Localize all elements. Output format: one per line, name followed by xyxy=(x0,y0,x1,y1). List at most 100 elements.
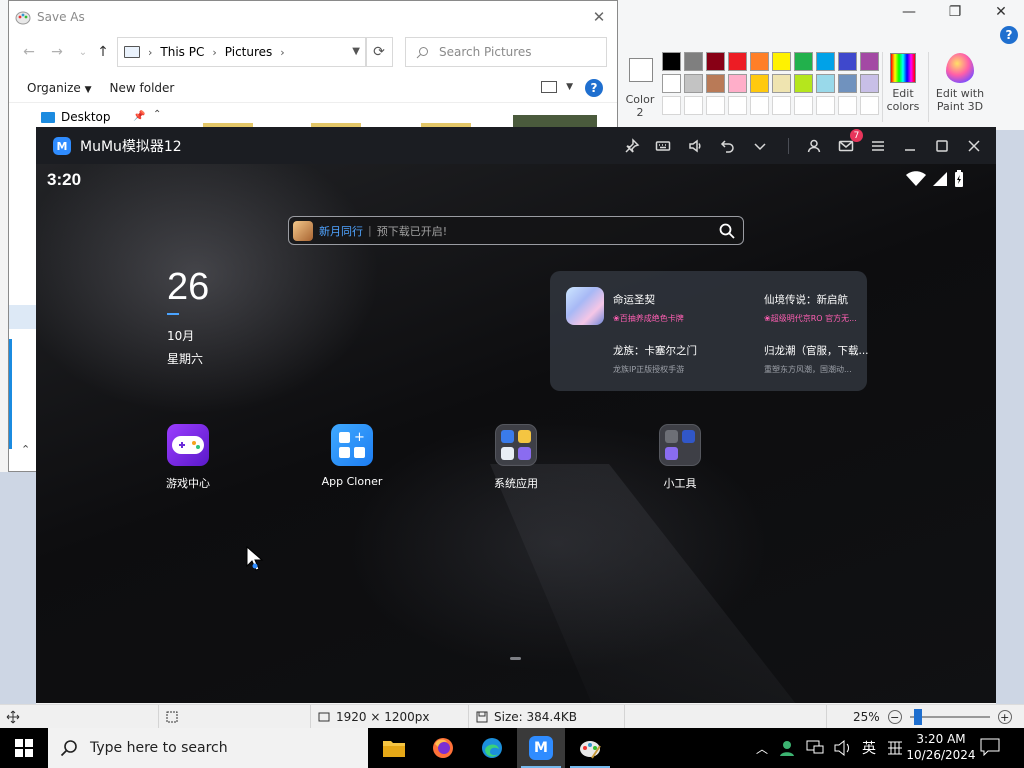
chevron-right-icon[interactable]: › xyxy=(280,46,284,59)
color-swatch[interactable] xyxy=(728,96,747,115)
taskbar-search-box[interactable]: Type here to search xyxy=(48,728,368,768)
color-swatch[interactable] xyxy=(794,74,813,93)
view-dropdown-icon[interactable]: ▼ xyxy=(566,82,573,92)
color-swatch[interactable] xyxy=(662,74,681,93)
app-tools-folder[interactable]: 小工具 xyxy=(640,424,720,491)
color-swatch[interactable] xyxy=(728,74,747,93)
game-item[interactable]: 仙境传说：新启航 ❀超级明代京RO 官方无... xyxy=(764,292,860,324)
address-dropdown-icon[interactable]: ▼ xyxy=(352,46,360,57)
color-swatch[interactable] xyxy=(684,96,703,115)
minimize-icon[interactable] xyxy=(899,135,921,157)
paint-close-button[interactable]: ✕ xyxy=(978,0,1024,24)
pin-icon[interactable]: 📌 xyxy=(133,111,145,122)
color2-button[interactable]: Color 2 xyxy=(620,53,660,125)
maximize-icon[interactable] xyxy=(931,135,953,157)
android-home-screen[interactable]: 3:20 新月同行 | 预下载已开启! 26 10月 星期六 命运圣契 ❀百抽养… xyxy=(36,164,996,703)
selected-tree-item[interactable] xyxy=(9,305,37,329)
paint-help-button[interactable]: ? xyxy=(1000,26,1018,44)
game-item[interactable]: 龙族：卡塞尔之门 龙族IP正版授权手游 xyxy=(613,343,763,375)
chevron-down-icon[interactable] xyxy=(749,135,771,157)
close-icon[interactable] xyxy=(963,135,985,157)
file-explorer-taskbar-button[interactable] xyxy=(370,728,418,768)
search-box[interactable]: Search Pictures xyxy=(405,37,607,67)
color-swatch[interactable] xyxy=(838,96,857,115)
save-as-close-button[interactable]: ✕ xyxy=(589,7,609,27)
zoom-slider-thumb[interactable] xyxy=(913,709,922,725)
pin-icon[interactable] xyxy=(621,135,643,157)
page-indicator[interactable] xyxy=(510,657,521,660)
volume-icon[interactable] xyxy=(685,135,707,157)
notification-center-icon[interactable] xyxy=(980,738,1000,756)
game-thumbnail[interactable] xyxy=(566,287,604,325)
ime-language-indicator[interactable]: 英 xyxy=(862,738,876,758)
color-swatch[interactable] xyxy=(750,52,769,71)
show-hidden-icons-chevron-icon[interactable]: ︿ xyxy=(756,740,768,757)
color-swatch[interactable] xyxy=(794,52,813,71)
back-icon[interactable] xyxy=(717,135,739,157)
keyboard-icon[interactable] xyxy=(652,135,674,157)
color-swatch[interactable] xyxy=(662,52,681,71)
color-swatch[interactable] xyxy=(706,52,725,71)
user-icon[interactable] xyxy=(803,135,825,157)
back-arrow-icon[interactable]: ← xyxy=(19,41,39,63)
mumu-taskbar-button[interactable]: M xyxy=(517,728,565,768)
user-tray-icon[interactable] xyxy=(778,739,796,757)
paint-taskbar-button[interactable] xyxy=(566,728,614,768)
zoom-out-button[interactable]: − xyxy=(887,710,902,724)
game-search-bar[interactable]: 新月同行 | 预下载已开启! xyxy=(288,216,744,245)
help-button[interactable]: ? xyxy=(585,79,603,97)
edit-colors-button[interactable]: Edit colors xyxy=(884,53,922,125)
color-swatch[interactable] xyxy=(728,52,747,71)
start-button[interactable] xyxy=(0,728,48,768)
taskbar-clock[interactable]: 3:20 AM 10/26/2024 xyxy=(904,731,978,763)
color-swatch[interactable] xyxy=(684,74,703,93)
ime-mode-icon[interactable] xyxy=(886,739,904,757)
new-folder-button[interactable]: New folder xyxy=(110,81,175,95)
edge-taskbar-button[interactable] xyxy=(468,728,516,768)
view-options-icon[interactable] xyxy=(541,81,557,93)
scroll-bar[interactable] xyxy=(9,339,12,449)
recent-dropdown-icon[interactable]: ⌄ xyxy=(73,41,93,63)
app-system-apps-folder[interactable]: 系统应用 xyxy=(476,424,556,491)
color-swatch[interactable] xyxy=(684,52,703,71)
forward-arrow-icon[interactable]: → xyxy=(47,41,67,63)
color-swatch[interactable] xyxy=(772,52,791,71)
game-item[interactable]: 归龙潮（官服，下载... 重塑东方风潮，国潮动... xyxy=(764,343,869,375)
zoom-slider[interactable] xyxy=(909,709,990,725)
color-swatch[interactable] xyxy=(662,96,681,115)
edit-with-paint3d-button[interactable]: Edit with Paint 3D xyxy=(932,53,988,125)
color-swatch[interactable] xyxy=(816,74,835,93)
color-swatch[interactable] xyxy=(772,96,791,115)
paint-canvas-area[interactable] xyxy=(0,472,36,704)
app-app-cloner[interactable]: + App Cloner xyxy=(312,424,392,488)
refresh-button[interactable]: ⟳ xyxy=(365,37,393,67)
color-swatch[interactable] xyxy=(838,74,857,93)
search-icon[interactable] xyxy=(719,223,735,239)
breadcrumb-this-pc[interactable]: This PC xyxy=(160,45,204,59)
chevron-right-icon[interactable]: › xyxy=(212,46,216,59)
organize-button[interactable]: Organize ▼ xyxy=(27,81,92,95)
color-swatch[interactable] xyxy=(816,96,835,115)
color-swatch[interactable] xyxy=(860,96,879,115)
color-swatch[interactable] xyxy=(750,74,769,93)
paint-minimize-button[interactable]: — xyxy=(886,0,932,24)
color-swatch[interactable] xyxy=(706,74,725,93)
color-swatch[interactable] xyxy=(706,96,725,115)
tree-item-desktop[interactable]: Desktop 📌 ⌃ xyxy=(9,105,169,129)
color-swatch[interactable] xyxy=(860,52,879,71)
chevron-up-icon[interactable]: ⌃ xyxy=(21,443,30,456)
app-game-center[interactable]: 游戏中心 xyxy=(148,424,228,491)
color-swatch[interactable] xyxy=(794,96,813,115)
up-arrow-icon[interactable]: ↑ xyxy=(93,41,113,63)
color-swatch[interactable] xyxy=(838,52,857,71)
game-item[interactable]: 命运圣契 ❀百抽养成绝色卡牌 xyxy=(613,292,763,324)
speaker-icon[interactable] xyxy=(834,740,852,756)
chevron-right-icon[interactable]: › xyxy=(148,46,152,59)
breadcrumb-pictures[interactable]: Pictures xyxy=(225,45,273,59)
paint-canvas-area[interactable] xyxy=(996,130,1024,704)
zoom-in-button[interactable]: + xyxy=(997,710,1012,724)
scroll-up-icon[interactable]: ⌃ xyxy=(153,109,161,120)
menu-icon[interactable] xyxy=(867,135,889,157)
color-swatch[interactable] xyxy=(816,52,835,71)
color-swatch[interactable] xyxy=(750,96,769,115)
